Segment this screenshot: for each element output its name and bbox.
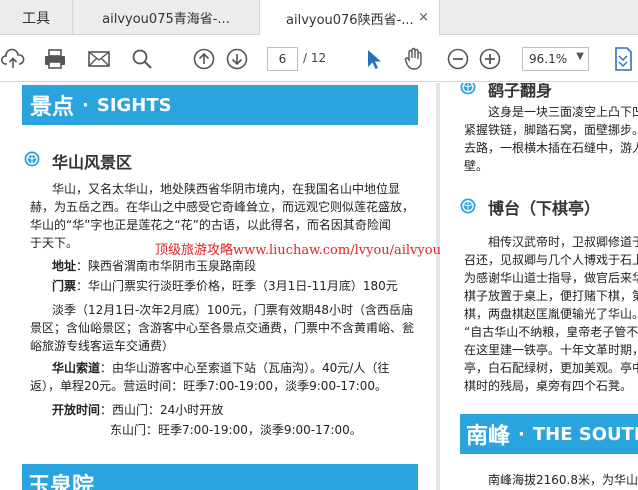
tab-document-shaanxi-label: ailvyou076陕西省-... [286,12,414,28]
watermark-text: 顶级旅游攻略www.liuchaw.com/lvyou/ailvyou [155,243,441,258]
ticket-label: 门票 [52,279,77,293]
open-hours-label: 开放时间 [52,403,101,417]
hand-tool-icon[interactable] [401,46,427,72]
tab-document-qinghai[interactable]: ailvyou075青海省-... [72,0,260,35]
paragraph-line: “自古华山不纳粮，皇帝老子管不 [464,325,638,339]
paragraph-line: 棋时的残局，桌旁有四个石凳。 [464,379,633,393]
document-page-right: 鹞子翻身 这身是一块三面凌空上凸下凹 紧握铁链，脚踏石窝，面壁挪步。 去路，一根… [440,83,638,490]
paragraph-line: 壁。 [464,159,489,173]
address-line: 地址：陕西省渭南市华阴市玉泉路南段 [52,257,256,275]
upload-icon[interactable] [0,46,26,72]
paragraph-line: 南峰海拔2160.8米，为华山最 [488,473,638,487]
yuquan-banner: 玉泉院 [22,464,418,490]
paragraph-line: 赫，为五岳之西。在华山之中感受它奇峰耸立，而远观它则似莲花盛放， [30,200,415,214]
search-icon[interactable] [129,46,155,72]
banner-title-cn: 南峰 [466,424,511,449]
section-heading-huashan: 华山风景区 [52,153,133,172]
chevron-down-icon: ▼ [576,51,584,62]
fit-page-icon[interactable] [610,46,636,72]
paragraph-line: 棋子放置于桌上，便打赌下棋，第 [464,289,638,303]
sights-banner: 景点 · SIGHTS [22,85,418,125]
zoom-level-select[interactable]: 96.1% ▼ [522,47,589,71]
paragraph-line: 紧握铁链，脚踏石窝，面壁挪步。 [464,123,638,137]
paragraph-line: 去路，一根横木插在石缝中，游人 [464,141,638,155]
paragraph-line: 召还，见叔卿与几个人博戏于石上 [464,253,638,267]
paragraph-line: 在这里建一铁亭。十年文革时期， [464,343,638,357]
banner-title-yuquan: 玉泉院 [28,474,95,490]
banner-title-cn: 景点 [30,95,75,120]
page-total: / 12 [303,51,327,65]
page-number-input[interactable]: 6 [267,47,298,71]
ticket-value: ：华山门票实行淡旺季价格，旺季（3月1日-11月底）180元 [76,279,398,293]
open-hours-line: 开放时间：西山门：24小时开放 [52,401,223,419]
cable-line: 华山索道：由华山游客中心至索道下站（瓦庙沟）。40元/人（往 [52,359,389,377]
paragraph-line: 于天下。 [30,236,79,250]
document-page-left: 景点 · SIGHTS 华山风景区 华山，又名太华山，地处陕西省华阴市境内，在我… [0,83,441,490]
tab-tools[interactable]: 工具 [0,0,72,35]
paragraph-line: 淡季（12月1日-次年2月底）100元，门票有效期48小时（含西岳庙 [52,303,414,317]
address-label: 地址 [52,259,77,273]
paragraph-line: 为感谢华山道士指导，做官后来华 [464,271,638,285]
print-icon[interactable] [42,46,68,72]
paragraph-line: 景区；含仙峪景区；含游客中心至各景点交通费，门票中不含黄甫峪、瓮 [30,321,415,335]
section-heading-botai: 博台（下棋亭） [488,199,601,218]
open-hours-east: 东山门：旺季7:00-19:00，淡季9:00-17:00。 [110,423,362,437]
cable-label: 华山索道 [52,361,101,375]
next-page-icon[interactable] [224,46,250,72]
banner-title-en: THE SOUTH [532,423,638,445]
banner-title-en: SIGHTS [96,94,172,116]
zoom-in-icon[interactable] [477,46,503,72]
select-tool-icon[interactable] [360,46,386,72]
ticket-line: 门票：华山门票实行淡旺季价格，旺季（3月1日-11月底）180元 [52,277,398,295]
close-tab-icon[interactable]: × [418,10,429,25]
paragraph-line: 华山，又名太华山，地处陕西省华阴市境内，在我国名山中地位显 [52,182,401,196]
paragraph-line: 华山的“华”字也正是莲花之“花”的古语，以此得名，而名因其奇险闻 [30,218,391,232]
paragraph-line: 返），单程20元。营运时间：旺季7:00-19:00，淡季9:00-17:00。 [30,379,387,393]
banner-separator: · [82,94,89,116]
open-hours-west: ：西山门：24小时开放 [100,403,224,417]
paragraph-line: 棋，两盘棋赵匡胤便输光了华山。 [464,307,638,321]
section-bullet-icon [460,83,476,95]
toolbar: 6 / 12 96.1% ▼ [0,36,638,82]
section-bullet-icon [24,151,40,167]
south-peak-banner: 南峰 · THE SOUTH [460,414,638,454]
paragraph-line: 峪旅游专线客运车交通费） [30,339,175,353]
paragraph-line: 这身是一块三面凌空上凸下凹 [488,105,638,119]
document-viewer[interactable]: 景点 · SIGHTS 华山风景区 华山，又名太华山，地处陕西省华阴市境内，在我… [0,83,638,490]
tab-document-shaanxi[interactable]: ailvyou076陕西省-... × [260,0,440,36]
email-icon[interactable] [86,46,112,72]
paragraph-line: 相传汉武帝时，卫叔卿修道于 [488,235,638,249]
banner-separator: · [518,423,525,445]
section-bullet-icon [460,198,476,214]
zoom-out-icon[interactable] [445,46,471,72]
address-value: ：陕西省渭南市华阴市玉泉路南段 [76,259,257,273]
previous-page-icon[interactable] [191,46,217,72]
cable-value: ：由华山游客中心至索道下站（瓦庙沟）。40元/人（往 [100,361,390,375]
tab-bar: 工具 ailvyou075青海省-... ailvyou076陕西省-... × [0,0,638,36]
zoom-level-value: 96.1% [529,52,568,66]
section-heading-yaozi: 鹞子翻身 [488,83,553,100]
paragraph-line: 亭，白石配绿树，更加美观。亭中 [464,361,638,375]
